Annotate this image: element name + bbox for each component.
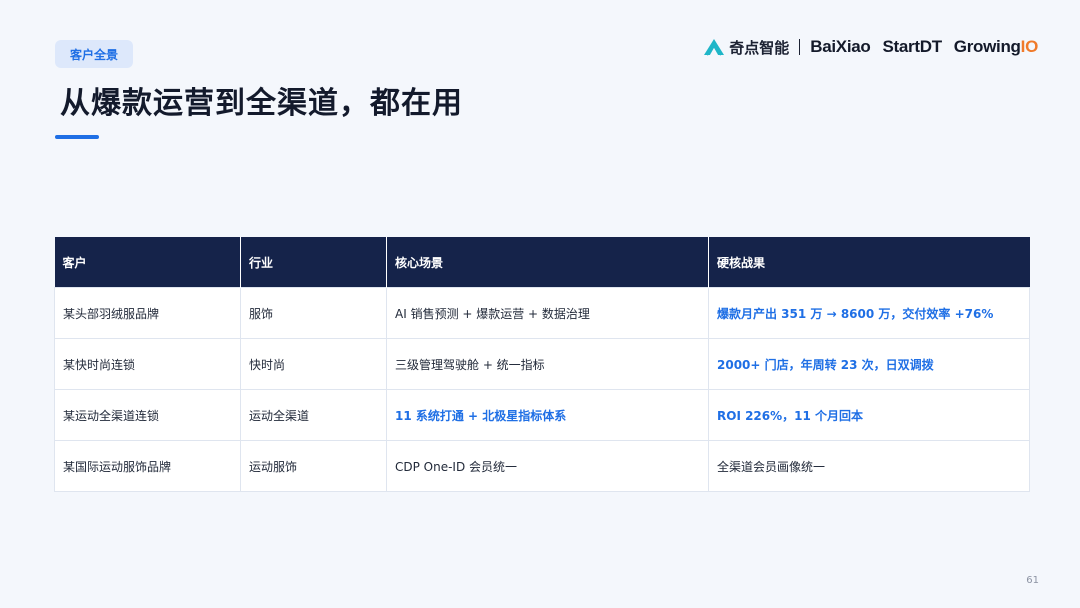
cell-customer: 某头部羽绒服品牌 [54,287,241,339]
customer-table: 客户 行业 核心场景 硬核战果 某头部羽绒服品牌 服饰 AI 销售预测 + 爆款… [54,237,1030,492]
table-row: 某快时尚连锁 快时尚 三级管理驾驶舱 + 统一指标 2000+ 门店，年周转 2… [54,338,1030,390]
cell-industry: 运动服饰 [240,440,387,492]
logo-divider [799,39,801,55]
section-tag: 客户全景 [55,40,133,68]
header-industry: 行业 [240,237,387,288]
qidian-logo-icon [704,39,725,56]
startdt-logo: StartDT [882,37,943,56]
title-underline [55,135,99,139]
cell-customer: 某运动全渠道连锁 [54,389,241,441]
cell-scenario: 三级管理驾驶舱 + 统一指标 [386,338,709,390]
cell-scenario: CDP One-ID 会员统一 [386,440,709,492]
cell-scenario: 11 系统打通 + 北极星指标体系 [386,389,709,441]
header-scenario: 核心场景 [386,237,709,288]
baixiao-logo: BaiXiao [810,37,871,56]
page-number: 61 [1026,575,1039,586]
cell-result: 爆款月产出 351 万 → 8600 万，交付效率 +76% [708,287,1030,339]
cell-industry: 运动全渠道 [240,389,387,441]
cell-scenario: AI 销售预测 + 爆款运营 + 数据治理 [386,287,709,339]
growingio-logo-main: Growing [953,37,1021,56]
header-customer: 客户 [54,237,241,288]
table-row: 某国际运动服饰品牌 运动服饰 CDP One-ID 会员统一 全渠道会员画像统一 [54,440,1030,492]
cell-result: ROI 226%，11 个月回本 [708,389,1030,441]
cell-industry: 快时尚 [240,338,387,390]
qidian-logo-text: 奇点智能 [729,38,790,57]
cell-industry: 服饰 [240,287,387,339]
header-result: 硬核战果 [708,237,1030,288]
cell-customer: 某国际运动服饰品牌 [54,440,241,492]
growingio-logo: GrowingIO [953,37,1039,57]
partner-logos: 奇点智能 BaiXiao StartDT GrowingIO [703,34,1038,60]
growingio-logo-suffix: IO [1020,37,1039,56]
page-title: 从爆款运营到全渠道，都在用 [60,86,463,121]
cell-result: 全渠道会员画像统一 [708,440,1030,492]
cell-customer: 某快时尚连锁 [54,338,241,390]
cell-result: 2000+ 门店，年周转 23 次，日双调拨 [708,338,1030,390]
table-row: 某头部羽绒服品牌 服饰 AI 销售预测 + 爆款运营 + 数据治理 爆款月产出 … [54,287,1030,339]
table-header-row: 客户 行业 核心场景 硬核战果 [54,237,1030,288]
table-row: 某运动全渠道连锁 运动全渠道 11 系统打通 + 北极星指标体系 ROI 226… [54,389,1030,441]
